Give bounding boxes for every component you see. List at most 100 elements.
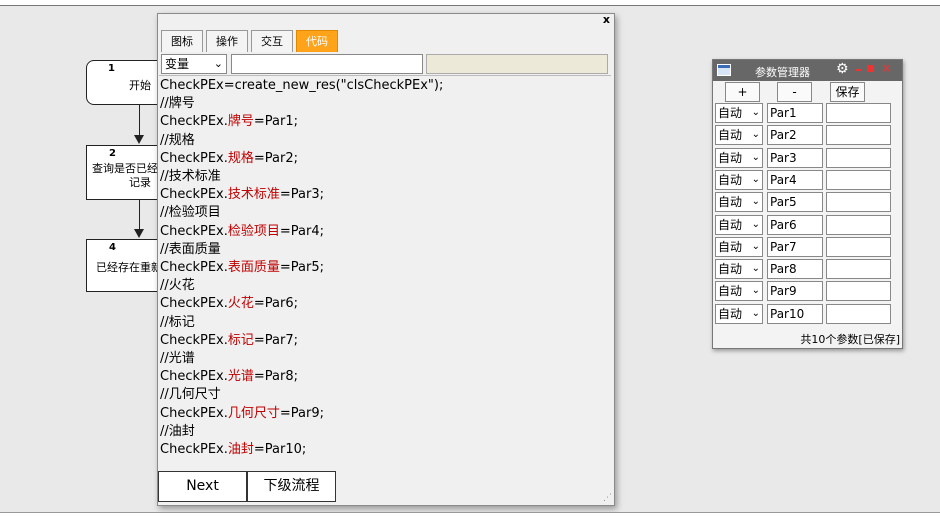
dropdown-arrow-icon: ⌄ — [751, 218, 760, 230]
param-mode-select[interactable]: 自动 ⌄ — [715, 303, 763, 324]
code-keyword: 火花 — [227, 296, 254, 312]
code-text: //光谱 — [160, 351, 195, 367]
variable-select[interactable]: 变量 ⌄ — [161, 54, 227, 74]
parameter-manager-titlebar[interactable]: 参数管理器 ⚙ ✕ — [713, 60, 902, 81]
dropdown-arrow-icon: ⌄ — [751, 173, 760, 185]
code-text: =Par6; — [253, 296, 299, 312]
code-text: CheckPEx. — [160, 260, 228, 276]
minimize-icon[interactable] — [855, 69, 861, 71]
code-text: =Par3; — [279, 187, 325, 203]
code-line: CheckPEx.油封=Par10; — [160, 441, 610, 459]
code-text: =Par8; — [253, 369, 299, 385]
code-text: //油封 — [160, 423, 195, 439]
param-value-field[interactable] — [826, 236, 891, 257]
code-text: CheckPEx. — [160, 150, 228, 166]
code-text: =Par5; — [279, 260, 325, 276]
status-text: 共10个参数[已保存] — [800, 333, 900, 346]
tab-icon[interactable]: 图标 — [161, 30, 203, 52]
param-mode-select[interactable]: 自动 ⌄ — [715, 214, 763, 235]
code-line: //检验项目 — [160, 204, 610, 222]
code-line: //光谱 — [160, 350, 610, 368]
add-param-button[interactable]: + — [725, 82, 760, 102]
param-name-field[interactable]: Par3 — [767, 147, 823, 168]
param-value-field[interactable] — [826, 103, 891, 123]
param-name-field[interactable]: Par8 — [767, 259, 823, 280]
tab-interaction[interactable]: 交互 — [251, 30, 293, 52]
dropdown-arrow-icon: ⌄ — [751, 240, 760, 252]
code-keyword: 牌号 — [227, 114, 254, 130]
code-keyword: 油封 — [227, 442, 254, 458]
param-mode-value: 自动 — [718, 284, 743, 299]
save-params-button[interactable]: 保存 — [830, 82, 865, 102]
top-border — [0, 0, 940, 6]
flow-node-start[interactable]: 1 开始 — [86, 60, 168, 105]
node-label: 开始 — [129, 79, 151, 92]
node-label: 已经存在重新 — [96, 261, 162, 274]
code-text: CheckPEx. — [160, 405, 228, 421]
code-line: CheckPEx.几何尺寸=Par9; — [160, 405, 610, 423]
param-name-field[interactable]: Par4 — [767, 169, 823, 190]
code-text: //表面质量 — [160, 241, 221, 257]
close-icon[interactable]: ✕ — [881, 62, 892, 77]
param-value-field[interactable] — [826, 147, 891, 168]
param-name-field[interactable]: Par1 — [767, 103, 823, 123]
param-value-field[interactable] — [826, 125, 891, 146]
param-name-field[interactable]: Par6 — [767, 214, 823, 235]
param-name-field[interactable]: Par10 — [767, 303, 823, 324]
variable-input[interactable] — [231, 54, 423, 74]
subflow-button[interactable]: 下级流程 — [247, 471, 336, 502]
code-line: CheckPEx.技术标准=Par3; — [160, 186, 610, 204]
node-number: 4 — [109, 242, 116, 253]
param-mode-select[interactable]: 自动 ⌄ — [715, 147, 763, 168]
param-mode-select[interactable]: 自动 ⌄ — [715, 259, 763, 280]
param-mode-select[interactable]: 自动 ⌄ — [715, 125, 763, 146]
gear-icon[interactable]: ⚙ — [836, 61, 849, 77]
param-mode-value: 自动 — [718, 262, 743, 277]
param-mode-value: 自动 — [718, 172, 743, 187]
code-text: =Par2; — [253, 150, 299, 166]
resize-grip-icon[interactable]: ⋰ — [603, 493, 612, 503]
tab-code[interactable]: 代码 — [296, 30, 338, 52]
param-mode-select[interactable]: 自动 ⌄ — [715, 169, 763, 190]
code-text: =Par9; — [279, 405, 325, 421]
flow-node-exists[interactable]: 4 已经存在重新 — [86, 239, 168, 292]
param-value-field[interactable] — [826, 281, 891, 302]
param-value-field[interactable] — [826, 192, 891, 213]
param-mode-select[interactable]: 自动 ⌄ — [715, 236, 763, 257]
code-editor[interactable]: CheckPEx=create_new_res("clsCheckPEx"); /… — [160, 77, 610, 469]
param-mode-value: 自动 — [718, 150, 743, 165]
param-name-field[interactable]: Par7 — [767, 236, 823, 257]
code-text: CheckPEx. — [160, 296, 228, 312]
variable-select-value: 变量 — [165, 57, 190, 71]
param-value-field[interactable] — [826, 259, 891, 280]
code-keyword: 几何尺寸 — [227, 405, 280, 421]
dropdown-arrow-icon: ⌄ — [751, 129, 760, 141]
maximize-icon[interactable] — [867, 65, 874, 72]
code-line: //几何尺寸 — [160, 386, 610, 404]
code-line: CheckPEx.牌号=Par1; — [160, 113, 610, 131]
code-line: CheckPEx.标记=Par7; — [160, 332, 610, 350]
dropdown-arrow-icon: ⌄ — [213, 57, 223, 70]
next-button[interactable]: Next — [158, 471, 247, 502]
param-value-field[interactable] — [826, 214, 891, 235]
param-mode-select[interactable]: 自动 ⌄ — [715, 192, 763, 213]
code-text: =Par4; — [279, 223, 325, 239]
code-keyword: 规格 — [227, 150, 254, 166]
param-value-field[interactable] — [826, 303, 891, 324]
param-mode-select[interactable]: 自动 ⌄ — [715, 281, 763, 302]
code-text: CheckPEx. — [160, 369, 228, 385]
close-icon[interactable]: x — [603, 13, 610, 26]
param-value-field[interactable] — [826, 169, 891, 190]
flow-node-query[interactable]: 2 查询是否已经 记录 — [86, 145, 168, 200]
editor-tabs: 图标 操作 交互 代码 — [161, 30, 341, 52]
code-keyword: 标记 — [227, 332, 254, 348]
param-name-field[interactable]: Par2 — [767, 125, 823, 146]
flow-connector — [139, 199, 140, 229]
tab-action[interactable]: 操作 — [206, 30, 248, 52]
param-mode-select[interactable]: 自动 ⌄ — [715, 103, 763, 123]
bottom-border — [0, 512, 940, 518]
remove-param-button[interactable]: - — [777, 82, 812, 102]
param-name-field[interactable]: Par5 — [767, 192, 823, 213]
arrow-head-icon — [134, 135, 144, 144]
param-name-field[interactable]: Par9 — [767, 281, 823, 302]
